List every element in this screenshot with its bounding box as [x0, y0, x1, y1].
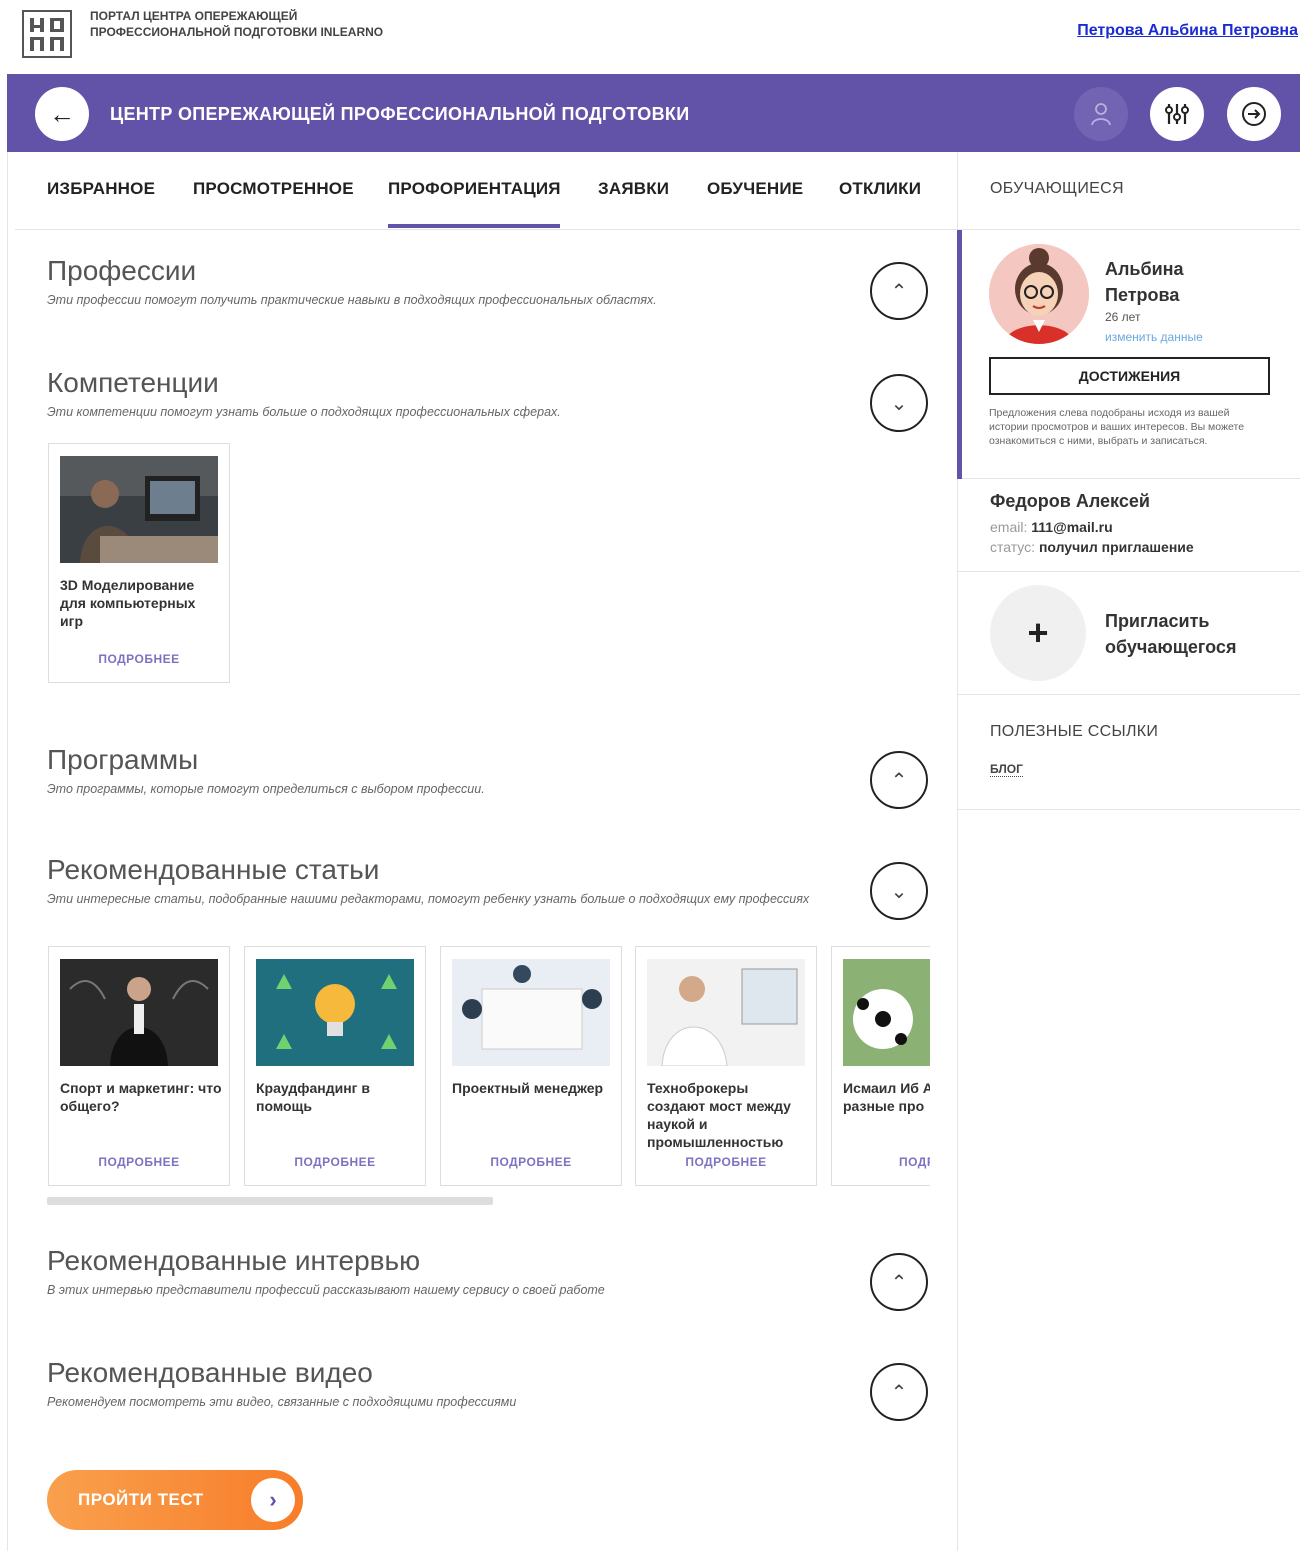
chevron-up-icon[interactable]: ⌃: [870, 751, 928, 809]
professions-section: Профессии Эти профессии помогут получить…: [47, 255, 937, 307]
portal-logo-icon[interactable]: [22, 10, 72, 58]
back-arrow-icon[interactable]: ←: [35, 87, 89, 141]
portal-title: ПОРТАЛ ЦЕНТРА ОПЕРЕЖАЮЩЕЙ ПРОФЕССИОНАЛЬН…: [90, 9, 384, 39]
article-card[interactable]: Исмаил Иб Агент и ска разные про ПОДРО: [831, 946, 930, 1186]
competence-card[interactable]: 3D Моделирование для компьютерных игр ПО…: [48, 443, 230, 683]
chevron-up-icon[interactable]: ⌃: [870, 262, 928, 320]
student-list-item[interactable]: Федоров Алексей email: 111@mail.ru стату…: [957, 479, 1300, 572]
competences-section: Компетенции Эти компетенции помогут узна…: [47, 367, 937, 419]
invite-student-card[interactable]: + Пригласить обучающегося: [957, 572, 1300, 695]
edit-profile-link[interactable]: изменить данные: [1105, 330, 1203, 344]
recommendation-note: Предложения слева подобраны исходя из ва…: [989, 407, 1245, 447]
section-description: Рекомендуем посмотреть эти видео, связан…: [47, 1395, 517, 1409]
invite-label[interactable]: Пригласить обучающегося: [1105, 608, 1275, 660]
section-header-bar: ← ЦЕНТР ОПЕРЕЖАЮЩЕЙ ПРОФЕССИОНАЛЬНОЙ ПОД…: [7, 74, 1300, 152]
article-card[interactable]: Краудфандинг в помощь ПОДРОБНЕЕ: [244, 946, 426, 1186]
tab-career-guidance[interactable]: ПРОФОРИЕНТАЦИЯ: [388, 179, 561, 199]
videos-section: Рекомендованные видео Рекомендуем посмот…: [47, 1357, 937, 1409]
card-title: Исмаил Иб Агент и ска разные про: [843, 1080, 930, 1114]
chevron-up-icon[interactable]: ⌃: [870, 1253, 928, 1311]
top-header: ПОРТАЛ ЦЕНТРА ОПЕРЕЖАЮЩЕЙ ПРОФЕССИОНАЛЬН…: [0, 0, 1300, 72]
current-student-card: Альбина Петрова 26 лет изменить данные Д…: [957, 229, 1300, 479]
more-link[interactable]: ПОДРОБНЕЕ: [245, 1155, 425, 1169]
card-image: [452, 959, 610, 1066]
chevron-right-icon: ›: [251, 1478, 295, 1522]
student-age: 26 лет: [1105, 310, 1141, 324]
student-status: статус: получил приглашение: [990, 539, 1194, 555]
article-card[interactable]: Проектный менеджер ПОДРОБНЕЕ: [440, 946, 622, 1186]
page-title: ЦЕНТР ОПЕРЕЖАЮЩЕЙ ПРОФЕССИОНАЛЬНОЙ ПОДГО…: [110, 104, 690, 124]
avatar: [989, 244, 1089, 344]
card-title: Спорт и маркетинг: что общего?: [60, 1080, 222, 1114]
chevron-down-icon[interactable]: ⌄: [870, 862, 928, 920]
article-card[interactable]: Спорт и маркетинг: что общего? ПОДРОБНЕЕ: [48, 946, 230, 1186]
section-title: Рекомендованные статьи: [47, 854, 380, 885]
section-description: Эти интересные статьи, подобранные нашим…: [47, 892, 810, 906]
card-title: 3D Моделирование для компьютерных игр: [60, 577, 196, 629]
section-description: Это программы, которые помогут определит…: [47, 782, 485, 796]
card-image: [256, 959, 414, 1066]
tab-education[interactable]: ОБУЧЕНИЕ: [707, 179, 803, 199]
card-title: Проектный менеджер: [452, 1080, 604, 1096]
section-description: Эти профессии помогут получить практичес…: [47, 293, 657, 307]
user-profile-link[interactable]: Петрова Альбина Петровна: [1077, 22, 1298, 40]
card-title: Техноброкеры создают мост между наукой и…: [647, 1080, 791, 1150]
card-image: [843, 959, 930, 1066]
useful-links: ПОЛЕЗНЫЕ ССЫЛКИ БЛОГ: [957, 695, 1300, 810]
students-heading: ОБУЧАЮЩИЕСЯ: [990, 180, 1124, 197]
card-image: [60, 959, 218, 1066]
articles-section: Рекомендованные статьи Эти интересные ст…: [47, 854, 937, 906]
more-link[interactable]: ПОДРОБНЕЕ: [49, 1155, 229, 1169]
achievements-button[interactable]: ДОСТИЖЕНИЯ: [989, 357, 1270, 395]
section-title: Программы: [47, 744, 199, 775]
student-name: Альбина Петрова: [1105, 259, 1184, 305]
article-carousel: Спорт и маркетинг: что общего? ПОДРОБНЕЕ…: [47, 945, 930, 1188]
carousel-scrollbar[interactable]: [47, 1197, 493, 1205]
selection-accent: [957, 230, 962, 479]
section-title: Профессии: [47, 255, 197, 286]
section-description: Эти компетенции помогут узнать больше о …: [47, 405, 561, 419]
section-title: Компетенции: [47, 367, 219, 398]
tab-responses[interactable]: ОТКЛИКИ: [839, 179, 921, 199]
section-title: Рекомендованные видео: [47, 1357, 373, 1388]
tab-viewed[interactable]: ПРОСМОТРЕННОЕ: [193, 179, 354, 199]
take-test-button[interactable]: ПРОЙТИ ТЕСТ ›: [47, 1470, 303, 1530]
section-description: В этих интервью представители профессий …: [47, 1283, 605, 1297]
left-border: [7, 152, 8, 1551]
card-image: [60, 456, 218, 563]
take-test-label: ПРОЙТИ ТЕСТ: [78, 1490, 204, 1509]
card-image: [647, 959, 805, 1066]
article-card[interactable]: Техноброкеры создают мост между наукой и…: [635, 946, 817, 1186]
more-link[interactable]: ПОДРОБНЕЕ: [441, 1155, 621, 1169]
student-name: Федоров Алексей: [990, 491, 1150, 511]
tab-applications[interactable]: ЗАЯВКИ: [598, 179, 669, 199]
links-heading: ПОЛЕЗНЫЕ ССЫЛКИ: [990, 723, 1159, 740]
section-title: Рекомендованные интервью: [47, 1245, 421, 1276]
blog-link[interactable]: БЛОГ: [990, 762, 1023, 777]
interviews-section: Рекомендованные интервью В этих интервью…: [47, 1245, 937, 1297]
chevron-up-icon[interactable]: ⌃: [870, 1363, 928, 1421]
tab-bar: ИЗБРАННОЕ ПРОСМОТРЕННОЕ ПРОФОРИЕНТАЦИЯ З…: [15, 152, 957, 230]
sliders-icon[interactable]: [1150, 87, 1204, 141]
plus-icon[interactable]: +: [990, 585, 1086, 681]
logout-icon[interactable]: [1227, 87, 1281, 141]
card-title: Краудфандинг в помощь: [256, 1080, 370, 1114]
person-icon[interactable]: [1074, 87, 1128, 141]
student-email: email: 111@mail.ru: [990, 519, 1113, 535]
chevron-down-icon[interactable]: ⌄: [870, 374, 928, 432]
tab-favorites[interactable]: ИЗБРАННОЕ: [47, 179, 155, 199]
active-tab-indicator: [388, 224, 560, 228]
more-link[interactable]: ПОДРОБНЕЕ: [636, 1155, 816, 1169]
more-link[interactable]: ПОДРО: [832, 1155, 930, 1169]
programs-section: Программы Это программы, которые помогут…: [47, 744, 937, 796]
more-link[interactable]: ПОДРОБНЕЕ: [49, 652, 229, 666]
